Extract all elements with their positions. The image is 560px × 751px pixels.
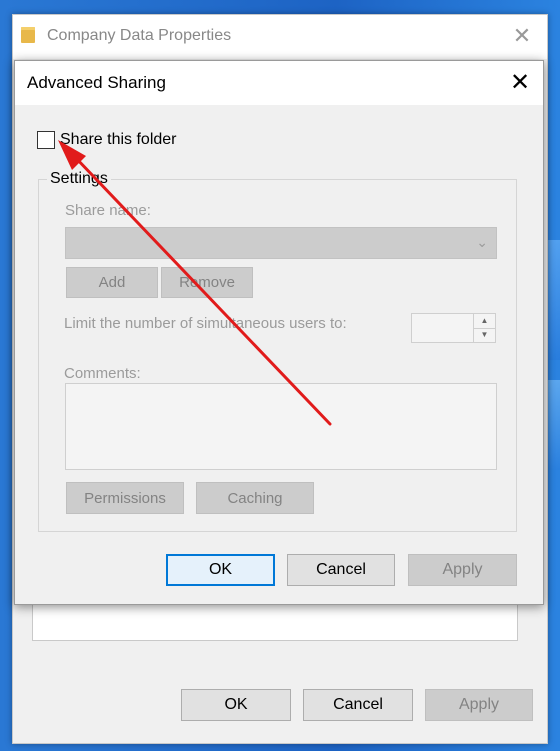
dialog-titlebar: Advanced Sharing ✕ (15, 61, 543, 105)
share-name-select[interactable]: ⌄ (65, 227, 497, 259)
close-icon[interactable]: ✕ (507, 69, 533, 97)
comments-textarea[interactable] (65, 383, 497, 470)
chevron-down-icon: ⌄ (476, 234, 488, 250)
dialog-title: Advanced Sharing (27, 73, 166, 92)
properties-title: Company Data Properties (47, 27, 232, 44)
properties-ok-button[interactable]: OK (181, 689, 291, 721)
ok-button[interactable]: OK (166, 554, 275, 586)
share-this-folder-label[interactable]: Share this folder (60, 131, 177, 149)
spin-down-icon[interactable]: ▼ (474, 328, 495, 342)
advanced-sharing-dialog: Advanced Sharing ✕ Share this folder Set… (14, 60, 544, 605)
comments-label: Comments: (64, 365, 141, 382)
properties-apply-button[interactable]: Apply (425, 689, 533, 721)
close-icon[interactable]: ✕ (511, 23, 533, 49)
share-this-folder-checkbox[interactable] (37, 131, 55, 149)
folder-icon (21, 27, 35, 43)
spinner-arrows: ▲ ▼ (473, 314, 495, 342)
limit-users-label: Limit the number of simultaneous users t… (64, 315, 347, 332)
add-button[interactable]: Add (66, 267, 158, 298)
share-name-label: Share name: (65, 202, 151, 219)
spin-up-icon[interactable]: ▲ (474, 314, 495, 329)
cancel-button[interactable]: Cancel (287, 554, 395, 586)
settings-legend: Settings (47, 170, 111, 188)
caching-button[interactable]: Caching (196, 482, 314, 514)
properties-titlebar: Company Data Properties ✕ (13, 15, 547, 59)
remove-button[interactable]: Remove (161, 267, 253, 298)
permissions-button[interactable]: Permissions (66, 482, 184, 514)
apply-button[interactable]: Apply (408, 554, 517, 586)
properties-cancel-button[interactable]: Cancel (303, 689, 413, 721)
user-limit-spinner[interactable]: ▲ ▼ (411, 313, 496, 343)
